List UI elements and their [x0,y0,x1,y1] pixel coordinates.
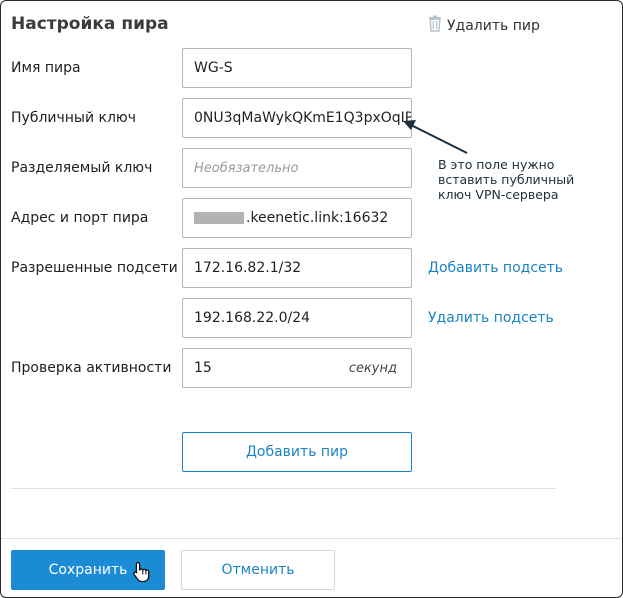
peer-settings-panel: Настройка пира Удалить пир Имя пира WG-S… [0,0,623,598]
remove-subnet-link[interactable]: Удалить подсеть [428,310,554,326]
peer-address-label: Адрес и порт пира [11,210,149,226]
subnet-value: 192.168.22.0/24 [194,310,311,326]
peer-address-input[interactable]: .keenetic.link:16632 [182,198,412,238]
hand-pointer-icon [132,561,152,587]
page-title: Настройка пира [11,14,169,34]
cancel-button[interactable]: Отменить [181,550,335,590]
annotation-arrow-icon [403,120,468,154]
peer-name-input[interactable]: WG-S [182,48,412,88]
subnet-input[interactable]: 172.16.82.1/32 [182,248,412,288]
subnet-input[interactable]: 192.168.22.0/24 [182,298,412,338]
preshared-key-input[interactable]: Необязательно [182,148,412,188]
peer-name-value: WG-S [194,60,233,76]
public-key-label: Публичный ключ [11,110,136,126]
add-subnet-link[interactable]: Добавить подсеть [428,260,563,276]
divider [11,488,556,489]
public-key-input[interactable]: 0NU3qMaWykQKmE1Q3pxOqIP8 [182,98,412,138]
public-key-value: 0NU3qMaWykQKmE1Q3pxOqIP8 [194,110,412,126]
peer-name-label: Имя пира [11,60,81,76]
masked-hostname [194,212,244,224]
preshared-key-label: Разделяемый ключ [11,160,153,176]
add-peer-button[interactable]: Добавить пир [182,432,412,472]
delete-peer-label: Удалить пир [447,17,540,34]
allowed-subnets-label: Разрешенные подсети [11,260,178,276]
trash-icon [428,15,442,36]
keepalive-label: Проверка активности [11,360,172,376]
preshared-key-placeholder: Необязательно [194,160,299,176]
keepalive-value: 15 [194,360,212,376]
subnet-value: 172.16.82.1/32 [194,260,302,276]
keepalive-input[interactable]: 15 секунд [182,348,412,388]
annotation-note: В это поле нужно вставить публичный ключ… [438,157,575,202]
footer-divider [1,538,622,539]
peer-address-value: .keenetic.link:16632 [246,210,389,226]
delete-peer-button[interactable]: Удалить пир [428,15,540,36]
keepalive-unit: секунд [348,360,397,376]
